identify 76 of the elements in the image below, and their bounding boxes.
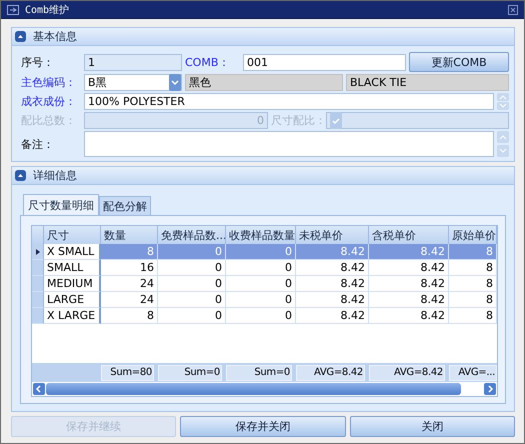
field-label: COMB： [185,54,230,70]
scroll-buttons-icon[interactable] [497,131,509,157]
table-cell: MEDIUM [44,276,101,292]
composition-field[interactable]: 100% POLYESTER [84,93,494,110]
table-cell: 8 [449,260,497,276]
table-cell: 0 [158,260,226,276]
table-cell: 0 [226,276,296,292]
field-label: 尺寸配比： [271,113,323,128]
table-cell: 0 [226,260,296,276]
summary-cell: AVG=8.42 [296,364,365,380]
table-cell: 8.42 [296,276,369,292]
summary-cell: AVG=... [449,364,497,380]
row-indicator[interactable] [32,244,44,260]
horizontal-scrollbar[interactable] [32,382,497,396]
table-cell: 8.42 [369,244,449,260]
table-cell: SMALL [44,260,101,276]
table-cell: 8 [449,292,497,308]
dropdown-icon[interactable] [169,74,181,91]
table-cell: 8 [449,244,497,260]
table-cell: 0 [158,276,226,292]
table-cell: 8 [101,244,158,260]
field-label: 成衣成份： [20,94,77,109]
dialog-button[interactable]: 关闭 [350,416,515,437]
spin-buttons-icon[interactable] [497,93,509,110]
table-cell: 8.42 [296,260,369,276]
field-label: 序号： [20,54,55,70]
table-cell: 0 [158,244,226,260]
scroll-right-icon[interactable] [484,383,496,395]
table-cell: 24 [101,276,158,292]
window-icon [7,4,19,14]
table-cell: 16 [101,260,158,276]
table-cell: 0 [226,308,296,324]
summary-cell: Sum=80 [101,364,154,380]
table-cell: 8.42 [296,308,369,324]
window-title: Comb维护 [25,4,70,16]
scroll-left-icon[interactable] [33,383,45,395]
remarks-field[interactable] [84,131,494,157]
table-cell: LARGE [44,292,101,308]
table-cell: 8.42 [296,292,369,308]
table-cell: 0 [158,308,226,324]
table-cell: 0 [226,292,296,308]
table-cell: 8.42 [296,244,369,260]
sequence-field[interactable]: 1 [84,54,182,70]
field-label: 主色编码： [20,75,77,90]
column-header[interactable]: 尺寸 [44,226,101,244]
table-cell: 8 [449,276,497,292]
close-icon[interactable] [508,4,518,14]
current-row-icon [36,248,40,254]
table-cell: 0 [158,292,226,308]
table-cell: 8.42 [369,292,449,308]
panel-title: 基本信息 [33,29,77,44]
summary-cell: Sum=0 [226,364,292,380]
dialog-button[interactable]: 保存并关闭 [180,416,346,437]
collapse-icon[interactable] [15,170,26,181]
field-label: 备注： [20,136,55,152]
color-english-field: BLACK TIE [346,74,509,91]
scrollbar-thumb[interactable] [46,383,461,395]
tab[interactable]: 配色分解 [99,196,151,215]
tab[interactable]: 尺寸数量明细 [23,194,99,215]
field-label: 配比总数： [20,113,77,128]
panel-title: 详细信息 [33,168,77,183]
table-cell: 8 [101,308,158,324]
table-cell: X LARGE [44,308,101,324]
collapse-icon[interactable] [15,31,26,42]
table-cell: 8.42 [369,308,449,324]
table-cell: 8.42 [369,276,449,292]
color-name-field: 黑色 [185,74,343,91]
color-code-dropdown[interactable]: B黑 [84,74,182,91]
update-comb-button[interactable]: 更新COMB [409,52,509,72]
comb-field[interactable]: 001 [243,54,406,70]
table-cell: 0 [226,244,296,260]
table-cell: 8 [449,308,497,324]
table-cell: 8.42 [369,260,449,276]
summary-cell: AVG=8.42 [369,364,445,380]
summary-cell: Sum=0 [158,364,222,380]
table-cell: 24 [101,292,158,308]
